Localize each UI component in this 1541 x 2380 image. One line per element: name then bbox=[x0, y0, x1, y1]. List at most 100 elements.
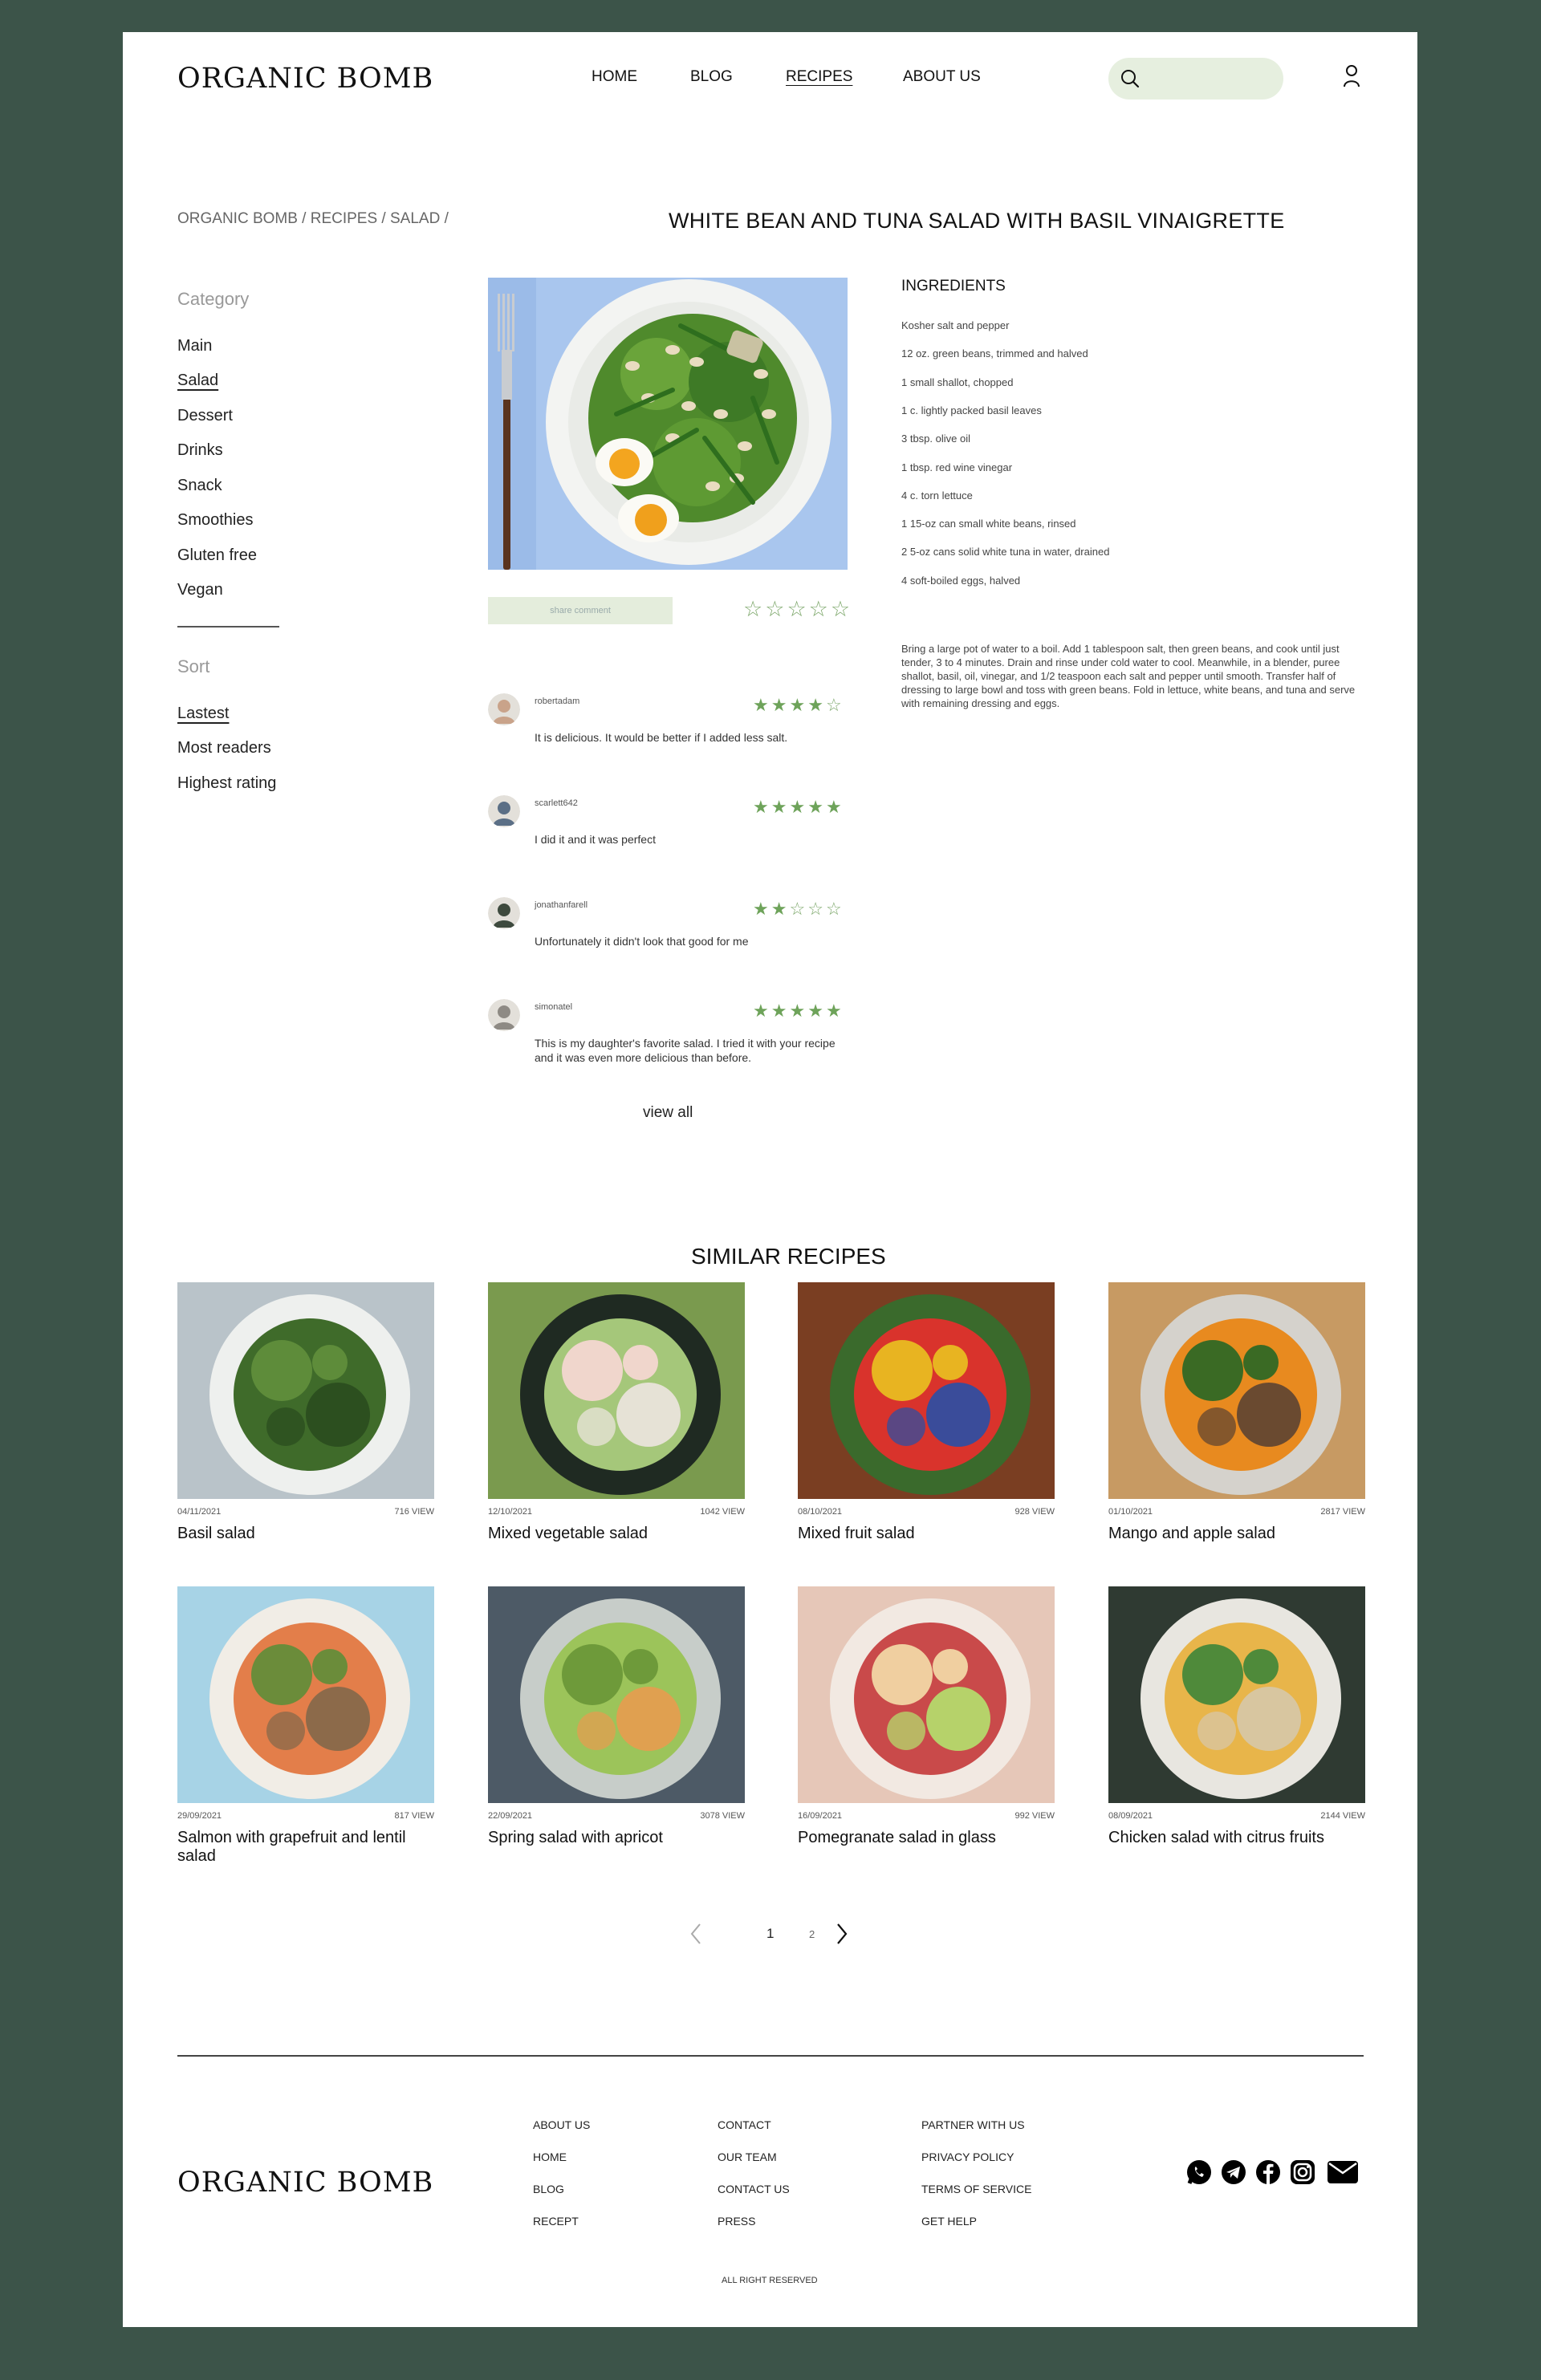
copyright-text: ALL RIGHT RESERVED bbox=[722, 2276, 818, 2285]
footer-link-contact-us[interactable]: CONTACT US bbox=[718, 2183, 790, 2195]
nav-blog[interactable]: BLOG bbox=[690, 68, 733, 86]
sort-highest-rating[interactable]: Highest rating bbox=[177, 774, 276, 793]
comment-avatar[interactable] bbox=[488, 999, 520, 1031]
recipe-card-views: 716 VIEW bbox=[394, 1507, 434, 1517]
prev-page-icon[interactable] bbox=[689, 1923, 702, 1945]
recipe-card-views: 2817 VIEW bbox=[1320, 1507, 1365, 1517]
comment-username[interactable]: simonatel bbox=[535, 1002, 572, 1012]
star-empty-icon: ☆ bbox=[825, 899, 844, 919]
category-salad[interactable]: Salad bbox=[177, 372, 218, 390]
comment-rating-stars: ★★★★☆ bbox=[753, 695, 844, 716]
category-smoothies[interactable]: Smoothies bbox=[177, 511, 254, 530]
recipe-card-image[interactable] bbox=[798, 1586, 1055, 1803]
recipe-card-views: 1042 VIEW bbox=[700, 1507, 745, 1517]
comment-username[interactable]: robertadam bbox=[535, 697, 579, 706]
comment-avatar[interactable] bbox=[488, 693, 520, 725]
recipe-card-image[interactable] bbox=[798, 1282, 1055, 1499]
footer-brand-logo[interactable]: ORGANIC BOMB bbox=[177, 2167, 433, 2199]
user-rating-stars[interactable]: ☆☆☆☆☆ bbox=[743, 597, 852, 622]
recipe-card-image[interactable] bbox=[1108, 1586, 1365, 1803]
ingredient-item: 1 tbsp. red wine vinegar bbox=[901, 461, 1013, 473]
fork bbox=[503, 398, 510, 570]
star-empty-icon: ☆ bbox=[825, 695, 844, 715]
footer-link-terms[interactable]: TERMS OF SERVICE bbox=[921, 2183, 1031, 2195]
nav-about-us[interactable]: ABOUT US bbox=[903, 68, 981, 86]
ingredient-item: Kosher salt and pepper bbox=[901, 319, 1010, 331]
telegram-icon[interactable] bbox=[1220, 2159, 1247, 2186]
category-drinks[interactable]: Drinks bbox=[177, 441, 223, 460]
comment-username[interactable]: jonathanfarell bbox=[535, 900, 588, 910]
category-main[interactable]: Main bbox=[177, 337, 212, 355]
recipe-card-title[interactable]: Mixed fruit salad bbox=[798, 1525, 1055, 1543]
footer-link-blog[interactable]: BLOG bbox=[533, 2183, 564, 2195]
recipe-card-title[interactable]: Salmon with grapefruit and lentil salad bbox=[177, 1829, 434, 1866]
footer-link-press[interactable]: PRESS bbox=[718, 2215, 755, 2228]
next-page-icon[interactable] bbox=[836, 1923, 848, 1945]
star-filled-icon: ★ bbox=[789, 695, 808, 715]
rating-star-icon[interactable]: ☆ bbox=[743, 597, 765, 621]
comment-username[interactable]: scarlett642 bbox=[535, 798, 578, 808]
footer-link-get-help[interactable]: GET HELP bbox=[921, 2215, 977, 2228]
footer-link-our-team[interactable]: OUR TEAM bbox=[718, 2151, 777, 2163]
recipe-card-image[interactable] bbox=[488, 1586, 745, 1803]
footer-link-contact[interactable]: CONTACT bbox=[718, 2118, 771, 2131]
recipe-card-title[interactable]: Mango and apple salad bbox=[1108, 1525, 1365, 1543]
category-dessert[interactable]: Dessert bbox=[177, 407, 233, 425]
rating-star-icon[interactable]: ☆ bbox=[831, 597, 852, 621]
rating-star-icon[interactable]: ☆ bbox=[787, 597, 808, 621]
recipe-card-image[interactable] bbox=[1108, 1282, 1365, 1499]
comment-avatar[interactable] bbox=[488, 795, 520, 827]
star-filled-icon: ★ bbox=[789, 797, 808, 817]
recipe-card-image[interactable] bbox=[177, 1282, 434, 1499]
recipe-card-title[interactable]: Chicken salad with citrus fruits bbox=[1108, 1829, 1365, 1847]
star-filled-icon: ★ bbox=[753, 695, 771, 715]
whatsapp-icon[interactable] bbox=[1185, 2159, 1213, 2186]
search-icon[interactable] bbox=[1120, 68, 1141, 89]
category-vegan[interactable]: Vegan bbox=[177, 581, 223, 599]
recipe-card-title[interactable]: Mixed vegetable salad bbox=[488, 1525, 745, 1543]
breadcrumb[interactable]: ORGANIC BOMB / RECIPES / SALAD / bbox=[177, 210, 449, 228]
ingredient-item: 3 tbsp. olive oil bbox=[901, 433, 970, 445]
brand-logo[interactable]: ORGANIC BOMB bbox=[177, 63, 433, 95]
recipe-card-title[interactable]: Spring salad with apricot bbox=[488, 1829, 745, 1847]
footer-link-privacy[interactable]: PRIVACY POLICY bbox=[921, 2151, 1014, 2163]
page-2[interactable]: 2 bbox=[809, 1928, 815, 1940]
star-filled-icon: ★ bbox=[770, 1001, 790, 1021]
nav-recipes[interactable]: RECIPES bbox=[786, 68, 852, 86]
category-gluten-free[interactable]: Gluten free bbox=[177, 546, 257, 565]
nav-home[interactable]: HOME bbox=[592, 68, 637, 86]
instagram-icon[interactable] bbox=[1289, 2159, 1316, 2186]
page-1[interactable]: 1 bbox=[766, 1926, 774, 1942]
view-all-comments-button[interactable]: view all bbox=[643, 1104, 693, 1122]
facebook-icon[interactable] bbox=[1254, 2159, 1282, 2186]
star-filled-icon: ★ bbox=[825, 797, 844, 817]
recipe-card-title[interactable]: Basil salad bbox=[177, 1525, 434, 1543]
footer-link-home[interactable]: HOME bbox=[533, 2151, 567, 2163]
footer-link-about-us[interactable]: ABOUT US bbox=[533, 2118, 590, 2131]
star-filled-icon: ★ bbox=[770, 899, 790, 919]
star-filled-icon: ★ bbox=[753, 1001, 771, 1021]
footer-link-partner[interactable]: PARTNER WITH US bbox=[921, 2118, 1025, 2131]
comment-rating-stars: ★★★★★ bbox=[753, 1001, 844, 1021]
recipe-card-image[interactable] bbox=[177, 1586, 434, 1803]
recipe-card-image[interactable] bbox=[488, 1282, 745, 1499]
rating-star-icon[interactable]: ☆ bbox=[809, 597, 831, 621]
recipe-card-views: 992 VIEW bbox=[1014, 1811, 1055, 1821]
rating-star-icon[interactable]: ☆ bbox=[765, 597, 787, 621]
user-account-icon[interactable] bbox=[1343, 63, 1360, 89]
star-filled-icon: ★ bbox=[789, 1001, 808, 1021]
category-snack[interactable]: Snack bbox=[177, 477, 222, 495]
search-input[interactable] bbox=[1150, 66, 1271, 91]
mail-icon[interactable] bbox=[1327, 2160, 1359, 2184]
comment-avatar[interactable] bbox=[488, 897, 520, 929]
recipe-title: WHITE BEAN AND TUNA SALAD WITH BASIL VIN… bbox=[669, 209, 1285, 233]
star-filled-icon: ★ bbox=[825, 1001, 844, 1021]
sort-latest[interactable]: Lastest bbox=[177, 705, 229, 723]
ingredient-item: 1 c. lightly packed basil leaves bbox=[901, 404, 1042, 416]
footer-link-recept[interactable]: RECEPT bbox=[533, 2215, 579, 2228]
star-empty-icon: ☆ bbox=[789, 899, 808, 919]
sort-most-readers[interactable]: Most readers bbox=[177, 739, 271, 757]
search-bar[interactable] bbox=[1108, 58, 1283, 100]
recipe-card-title[interactable]: Pomegranate salad in glass bbox=[798, 1829, 1055, 1847]
share-comment-input[interactable]: share comment bbox=[488, 597, 673, 624]
